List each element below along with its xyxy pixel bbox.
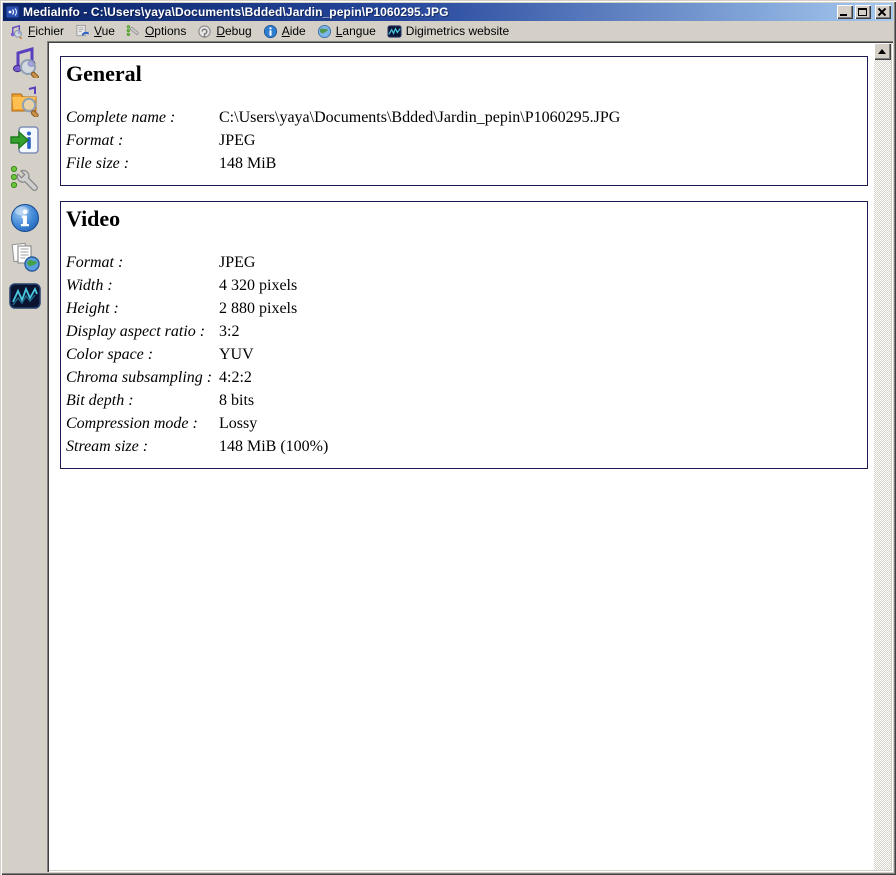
info-row-bit-depth: Bit depth : 8 bits — [66, 389, 861, 412]
info-value: 148 MiB — [219, 155, 277, 172]
menu-item-label: Debug — [216, 24, 252, 38]
options-button[interactable] — [7, 162, 43, 196]
left-toolbar — [3, 41, 47, 872]
scroll-track[interactable] — [874, 60, 891, 870]
section-title: Video — [66, 206, 121, 231]
info-value: C:\Users\yaya\Documents\Bdded\Jardin_pep… — [219, 109, 621, 126]
mediainfo-window: MediaInfo - C:\Users\yaya\Documents\Bdde… — [0, 0, 896, 875]
menu-item-label: Digimetrics website — [405, 24, 510, 38]
waveform-icon — [9, 280, 41, 312]
about-button[interactable] — [7, 201, 43, 235]
info-row-stream-size: Stream size : 148 MiB (100%) — [66, 435, 861, 458]
open-folder-icon — [9, 85, 41, 117]
menu-item-label: Langue — [335, 24, 376, 38]
info-value: 3:2 — [219, 323, 240, 340]
info-value: 148 MiB (100%) — [219, 438, 329, 455]
digimetrics-menu-icon — [387, 24, 402, 39]
menu-item-langue[interactable]: Langue — [313, 23, 383, 40]
language-menu-icon — [317, 24, 332, 39]
menu-item-label: Vue — [94, 24, 115, 38]
media-info-view: General Complete name : C:\Users\yaya\Docu… — [49, 43, 874, 870]
open-file-menu-icon — [9, 24, 24, 39]
help-menu-icon — [263, 24, 278, 39]
menu-item-fichier[interactable]: Fichier — [5, 23, 71, 40]
section-general: General Complete name : C:\Users\yaya\Docu… — [60, 56, 868, 186]
info-row-chroma-subsampling: Chroma subsampling : 4:2:2 — [66, 366, 861, 389]
export-info-button[interactable] — [7, 123, 43, 157]
menu-item-vue[interactable]: Vue — [71, 23, 122, 40]
info-label: Height : — [66, 300, 119, 317]
info-label: Complete name : — [66, 109, 176, 126]
mediainfo-icon — [5, 5, 20, 19]
info-value: Lossy — [219, 415, 258, 432]
minimize-icon — [840, 14, 847, 16]
view-menu-icon — [75, 24, 90, 39]
info-label: Bit depth : — [66, 392, 134, 409]
menu-bar: Fichier Vue Options Debug Aide Langue Digimetr… — [3, 21, 893, 41]
info-row-display-aspect-ratio: Display aspect ratio : 3:2 — [66, 320, 861, 343]
maximize-button[interactable] — [855, 5, 871, 19]
digimetrics-button[interactable] — [7, 279, 43, 313]
content-frame: General Complete name : C:\Users\yaya\Docu… — [47, 41, 893, 872]
info-row-complete-name: Complete name : C:\Users\yaya\Documents\B… — [66, 106, 861, 129]
menu-item-digimetrics-website[interactable]: Digimetrics website — [383, 23, 516, 40]
info-value: 2 880 pixels — [219, 300, 298, 317]
wrench-icon — [9, 163, 41, 195]
close-button[interactable] — [875, 5, 891, 19]
info-value: JPEG — [219, 132, 256, 149]
menu-item-aide[interactable]: Aide — [259, 23, 313, 40]
debug-menu-icon — [197, 24, 212, 39]
vertical-scrollbar[interactable] — [874, 43, 891, 870]
info-label: Compression mode : — [66, 415, 198, 432]
info-row-format: Format : JPEG — [66, 129, 861, 152]
open-folder-button[interactable] — [7, 84, 43, 118]
info-label: Width : — [66, 277, 113, 294]
section-title: General — [66, 61, 142, 86]
menu-item-options[interactable]: Options — [122, 23, 193, 40]
report-web-button[interactable] — [7, 240, 43, 274]
main-area: General Complete name : C:\Users\yaya\Docu… — [3, 41, 893, 872]
maximize-icon — [858, 8, 867, 16]
documents-globe-icon — [9, 241, 41, 273]
info-row-file-size: File size : 148 MiB — [66, 152, 861, 175]
info-row-color-space: Color space : YUV — [66, 343, 861, 366]
minimize-button[interactable] — [837, 5, 853, 19]
info-value: YUV — [219, 346, 254, 363]
info-row-compression-mode: Compression mode : Lossy — [66, 412, 861, 435]
info-row-format: Format : JPEG — [66, 251, 861, 274]
info-label: File size : — [66, 155, 130, 172]
open-file-icon — [9, 46, 41, 78]
title-bar: MediaInfo - C:\Users\yaya\Documents\Bdde… — [3, 3, 893, 21]
info-value: 4 320 pixels — [219, 277, 298, 294]
info-label: Stream size : — [66, 438, 149, 455]
info-label: Format : — [66, 132, 124, 149]
open-file-button[interactable] — [7, 45, 43, 79]
scroll-up-button[interactable] — [874, 43, 891, 60]
menu-item-debug[interactable]: Debug — [193, 23, 258, 40]
section-video: Video Format : JPEG Width : 4 320 pixels Heig… — [60, 201, 868, 469]
options-menu-icon — [126, 24, 141, 39]
window-title: MediaInfo - C:\Users\yaya\Documents\Bdde… — [23, 5, 449, 19]
info-row-height: Height : 2 880 pixels — [66, 297, 861, 320]
menu-item-label: Aide — [281, 24, 306, 38]
info-value: 4:2:2 — [219, 369, 252, 386]
export-info-icon — [9, 124, 41, 156]
window-controls — [837, 5, 891, 19]
menu-item-label: Options — [144, 24, 187, 38]
info-circle-icon — [9, 202, 41, 234]
info-row-width: Width : 4 320 pixels — [66, 274, 861, 297]
info-label: Chroma subsampling : — [66, 369, 213, 386]
menu-item-label: Fichier — [28, 24, 65, 38]
info-value: 8 bits — [219, 392, 255, 409]
info-value: JPEG — [219, 254, 256, 271]
info-label: Display aspect ratio : — [66, 323, 206, 340]
info-label: Format : — [66, 254, 124, 271]
info-label: Color space : — [66, 346, 154, 363]
